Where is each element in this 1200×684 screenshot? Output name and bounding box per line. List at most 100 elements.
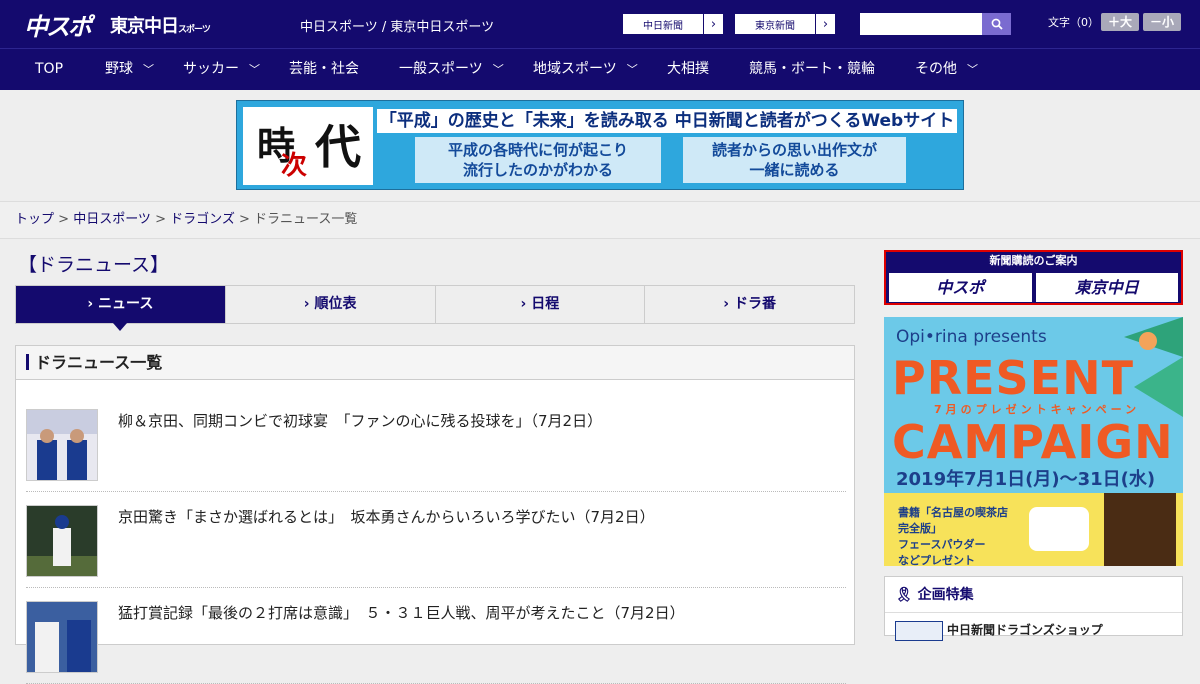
search-box bbox=[860, 13, 1011, 35]
breadcrumb-sep: > bbox=[234, 212, 255, 227]
nav-item-racing[interactable]: 競馬・ボート・競輪 bbox=[749, 49, 875, 90]
tokyo-link-label: 東京新聞 bbox=[755, 20, 795, 32]
present-campaign-ad[interactable]: Opi•rina presents PRESENT 7月のプレゼントキャンペーン… bbox=[884, 317, 1183, 566]
panel-header: ドラニュース一覧 bbox=[16, 346, 854, 380]
campaign-date: 2019年7月1日(月)〜31日(水) bbox=[896, 469, 1156, 490]
banner-headline: 「平成」の歴史と「未来」を読み取る 中日新聞と読者がつくるWebサイト bbox=[377, 109, 957, 133]
chevron-right-icon: › bbox=[703, 14, 723, 34]
nav-item-entertainment[interactable]: 芸能・社会 bbox=[289, 49, 359, 90]
heisei-banner[interactable]: 時 次 代 「平成」の歴史と「未来」を読み取る 中日新聞と読者がつくるWebサイ… bbox=[236, 100, 964, 190]
breadcrumb-sep: > bbox=[54, 212, 74, 227]
site-header: 中スポ 東京中日スポーツ 中日スポーツ / 東京中日スポーツ 中日新聞 › 東京… bbox=[0, 0, 1200, 48]
present-text: などプレゼント bbox=[898, 554, 975, 566]
news-item[interactable]: 柳＆京田、同期コンビで初球宴 「ファンの心に残る投球を」（7月2日） bbox=[26, 396, 846, 492]
nav-label: 一般スポーツ bbox=[399, 61, 483, 77]
feature-section: 🎗 企画特集 中日新聞ドラゴンズショップ bbox=[884, 576, 1183, 641]
chuspo-subscribe-logo[interactable]: 中スポ bbox=[889, 273, 1032, 302]
nav-label: TOP bbox=[35, 61, 64, 77]
nav-item-local-sports[interactable]: 地域スポーツ ﹀ bbox=[533, 49, 638, 90]
chevron-down-icon: ﹀ bbox=[143, 63, 154, 76]
nav-label: 芸能・社会 bbox=[289, 61, 359, 77]
jidai-char: 次 bbox=[281, 151, 308, 181]
news-title[interactable]: 京田驚き「まさか選ばれるとは」 坂本勇さんからいろいろ学びたい（7月2日） bbox=[118, 506, 655, 527]
chevron-right-icon: › bbox=[815, 14, 835, 34]
tokyo-link-button[interactable]: 東京新聞 › bbox=[734, 13, 836, 35]
search-button[interactable] bbox=[982, 13, 1011, 35]
book-product-image bbox=[1104, 493, 1176, 566]
font-increase-button[interactable]: ＋大 bbox=[1101, 13, 1139, 31]
nav-item-top[interactable]: TOP bbox=[35, 49, 63, 90]
dragons-shop-icon[interactable] bbox=[895, 621, 943, 641]
campaign-heading: CAMPAIGN bbox=[892, 415, 1174, 469]
breadcrumb-current: ドラニュース一覧 bbox=[254, 212, 358, 227]
chunichi-link-label: 中日新聞 bbox=[643, 20, 683, 32]
chevron-down-icon: ﹀ bbox=[249, 63, 260, 76]
banner-box-history: 平成の各時代に何が起こり 流行したのかがわかる bbox=[415, 137, 661, 183]
chevron-down-icon: ﹀ bbox=[492, 63, 504, 76]
nav-label: 野球 bbox=[105, 61, 133, 77]
news-thumbnail[interactable] bbox=[26, 601, 98, 673]
news-thumbnail[interactable] bbox=[26, 409, 98, 481]
banner-box-text: 読者からの思い出作文が bbox=[711, 141, 877, 159]
present-heading: PRESENT bbox=[892, 351, 1134, 405]
site-title[interactable]: 中日スポーツ / 東京中日スポーツ bbox=[300, 16, 494, 35]
font-decrease-button[interactable]: －小 bbox=[1143, 13, 1181, 31]
nav-label: 大相撲 bbox=[667, 61, 709, 77]
present-bottom: 書籍「名古屋の喫茶店 完全版」 フェースパウダー などプレゼント bbox=[884, 493, 1183, 566]
news-thumbnail[interactable] bbox=[26, 505, 98, 577]
chevron-down-icon: ﹀ bbox=[626, 63, 638, 76]
nav-item-general-sports[interactable]: 一般スポーツ ﹀ bbox=[399, 49, 504, 90]
banner-box-reader: 読者からの思い出作文が 一緒に読める bbox=[683, 137, 906, 183]
nav-label: その他 bbox=[915, 61, 957, 77]
tab-label: ドラ番 bbox=[733, 296, 776, 312]
banner-box-text: 流行したのかがわかる bbox=[462, 161, 613, 179]
tab-doraban[interactable]: › ドラ番 bbox=[645, 286, 854, 323]
search-input[interactable] bbox=[860, 13, 982, 35]
tab-label: 日程 bbox=[531, 296, 560, 312]
search-icon bbox=[991, 18, 1003, 30]
jidai-char: 代 bbox=[315, 120, 361, 174]
main-nav: TOP 野球 ﹀ サッカー ﹀ 芸能・社会 一般スポーツ ﹀ 地域スポーツ ﹀ 大相撲 … bbox=[0, 48, 1200, 90]
tab-news[interactable]: › ニュース bbox=[16, 286, 226, 331]
subscription-logos: 中スポ 東京中日 bbox=[889, 273, 1178, 302]
nav-label: 競馬・ボート・競輪 bbox=[749, 61, 875, 77]
tab-standings[interactable]: › 順位表 bbox=[225, 286, 436, 323]
chuspo-logo[interactable]: 中スポ bbox=[24, 7, 92, 42]
breadcrumb-top[interactable]: トップ bbox=[15, 212, 54, 227]
chunichi-link-button[interactable]: 中日新聞 › bbox=[622, 13, 724, 35]
banner-box-text: 一緒に読める bbox=[749, 161, 840, 179]
breadcrumb: トップ > 中日スポーツ > ドラゴンズ > ドラニュース一覧 bbox=[0, 201, 1200, 239]
feature-title-text: 企画特集 bbox=[917, 587, 974, 603]
present-text: フェースパウダー bbox=[898, 538, 986, 551]
nav-item-baseball[interactable]: 野球 ﹀ bbox=[105, 49, 154, 90]
tab-schedule[interactable]: › 日程 bbox=[435, 286, 646, 323]
nav-label: サッカー bbox=[183, 61, 239, 77]
banner-box-text: 平成の各時代に何が起こり bbox=[447, 141, 628, 159]
news-title[interactable]: 柳＆京田、同期コンビで初球宴 「ファンの心に残る投球を」（7月2日） bbox=[118, 410, 602, 431]
feature-title: 🎗 企画特集 bbox=[885, 577, 1182, 613]
present-text: 完全版」 bbox=[898, 522, 942, 535]
news-panel: ドラニュース一覧 柳＆京田、同期コンビで初球宴 「ファンの心に残る投球を」（7月… bbox=[15, 345, 855, 684]
news-item[interactable]: 京田驚き「まさか選ばれるとは」 坂本勇さんからいろいろ学びたい（7月2日） bbox=[26, 492, 846, 588]
tokyo-subscribe-logo[interactable]: 東京中日 bbox=[1035, 273, 1178, 302]
font-size-label: 文字（0） bbox=[1048, 16, 1099, 29]
nav-item-soccer[interactable]: サッカー ﹀ bbox=[183, 49, 260, 90]
nav-item-other[interactable]: その他 ﹀ bbox=[915, 49, 978, 90]
tab-label: ニュース bbox=[98, 296, 154, 312]
breadcrumb-dragons[interactable]: ドラゴンズ bbox=[170, 212, 235, 227]
brand-logo: Opi•rina presents bbox=[896, 327, 1047, 347]
subscription-banner[interactable]: 新聞購読のご案内 中スポ 東京中日 bbox=[884, 250, 1183, 305]
present-description: 書籍「名古屋の喫茶店 完全版」 フェースパウダー などプレゼント bbox=[898, 505, 1008, 566]
chevron-down-icon: ﹀ bbox=[967, 63, 978, 76]
tokyo-chunichi-logo[interactable]: 東京中日スポーツ bbox=[110, 12, 211, 38]
news-title[interactable]: 猛打賞記録「最後の２打席は意識」 ５・３１巨人戦、周平が考えたこと（7月2日） bbox=[118, 602, 685, 623]
nav-item-sumo[interactable]: 大相撲 bbox=[667, 49, 709, 90]
heading-bar bbox=[26, 354, 29, 370]
breadcrumb-sep: > bbox=[150, 212, 171, 227]
page-title: 【ドラニュース】 bbox=[18, 254, 170, 276]
panel-title: ドラニュース一覧 bbox=[35, 353, 163, 372]
nav-label: 地域スポーツ bbox=[533, 61, 617, 77]
jidai-logo: 時 次 代 bbox=[243, 107, 373, 185]
breadcrumb-chuspo[interactable]: 中日スポーツ bbox=[73, 212, 151, 227]
news-item[interactable]: 猛打賞記録「最後の２打席は意識」 ５・３１巨人戦、周平が考えたこと（7月2日） bbox=[26, 588, 846, 684]
